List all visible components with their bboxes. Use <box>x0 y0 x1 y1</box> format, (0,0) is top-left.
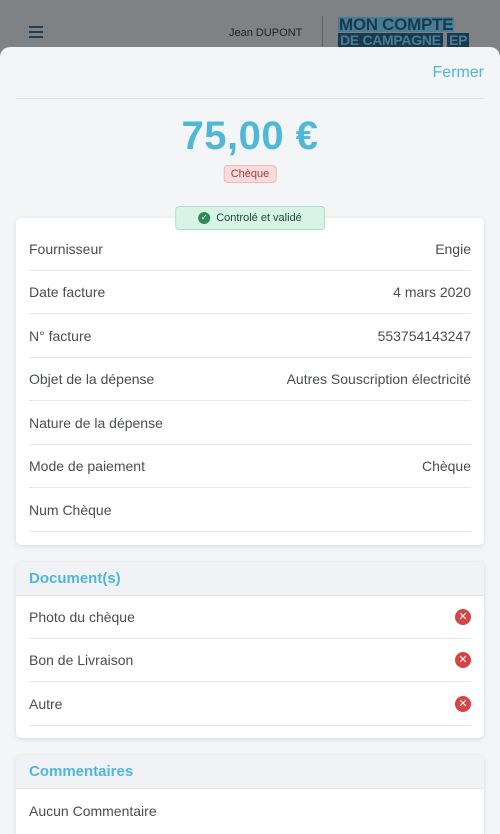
comments-card: Commentaires Aucun Commentaire <box>16 755 484 834</box>
check-circle-icon: ✓ <box>198 212 211 224</box>
error-icon: ✕ <box>455 696 471 712</box>
error-icon: ✕ <box>455 609 471 625</box>
detail-label: Nature de la dépense <box>29 415 163 431</box>
comments-empty-row: Aucun Commentaire <box>29 789 471 832</box>
comments-empty-text: Aucun Commentaire <box>29 802 157 819</box>
menu-icon[interactable] <box>29 26 43 38</box>
close-button[interactable]: Fermer <box>432 64 484 82</box>
logo-line1: MON COMPTE <box>338 15 455 34</box>
documents-card: Document(s) Photo du chèque ✕ Bon de Liv… <box>16 562 484 738</box>
logo-line2: DE CAMPAGNE <box>338 32 443 48</box>
detail-label: Mode de paiement <box>29 458 145 474</box>
detail-label: Num Chèque <box>29 502 112 518</box>
payment-method-badge: Chèque <box>223 165 277 183</box>
detail-row-invoice-number: N° facture 553754143247 <box>29 315 471 358</box>
detail-value: 553754143247 <box>377 328 471 344</box>
detail-label: Date facture <box>29 284 106 300</box>
detail-label: N° facture <box>29 328 92 344</box>
document-label: Autre <box>29 696 63 712</box>
document-label: Bon de Livraison <box>29 652 134 668</box>
user-name[interactable]: Jean DUPONT <box>229 27 302 39</box>
expense-details-card: ✓ Controlé et validé Fournisseur Engie D… <box>16 206 484 545</box>
detail-row-expense-nature: Nature de la dépense <box>29 402 471 445</box>
error-icon: ✕ <box>455 652 471 668</box>
detail-value: Autres Souscription électricité <box>286 371 471 387</box>
detail-row-cheque-number: Num Chèque <box>29 489 471 532</box>
detail-row-payment-mode: Mode de paiement Chèque <box>29 445 471 488</box>
detail-row-invoice-date: Date facture 4 mars 2020 <box>29 271 471 314</box>
detail-row-expense-object: Objet de la dépense Autres Souscription … <box>29 358 471 401</box>
document-label: Photo du chèque <box>29 609 135 625</box>
detail-label: Objet de la dépense <box>29 371 155 387</box>
header-divider <box>322 16 323 50</box>
document-row[interactable]: Photo du chèque ✕ <box>29 596 471 639</box>
detail-value: 4 mars 2020 <box>393 284 471 300</box>
detail-row-supplier: Fournisseur Engie <box>29 228 471 271</box>
divider <box>16 98 484 99</box>
detail-label: Fournisseur <box>29 241 103 257</box>
expense-amount: 75,00 € <box>181 114 319 158</box>
logo-suffix: EP <box>447 32 470 48</box>
app-logo[interactable]: MON COMPTE DE CAMPAGNE EP <box>338 15 478 48</box>
status-badge: ✓ Controlé et validé <box>175 206 325 230</box>
detail-value: Engie <box>435 241 471 257</box>
expense-detail-modal: Fermer 75,00 € Chèque ✓ Controlé et vali… <box>0 47 500 834</box>
detail-value: Chèque <box>421 458 471 474</box>
document-row[interactable]: Autre ✕ <box>29 683 471 726</box>
documents-title: Document(s) <box>16 562 484 596</box>
comments-title: Commentaires <box>16 755 484 789</box>
status-label: Controlé et validé <box>216 212 302 224</box>
document-row[interactable]: Bon de Livraison ✕ <box>29 639 471 682</box>
